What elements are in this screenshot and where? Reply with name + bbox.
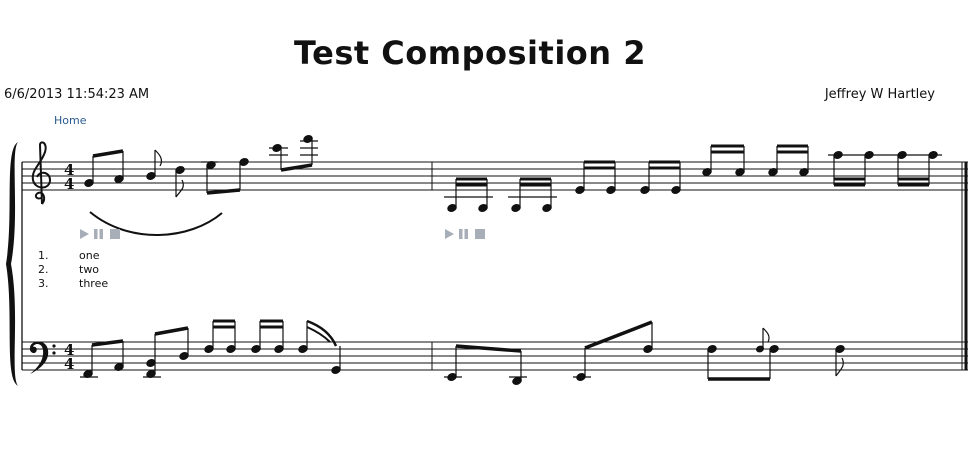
slur [89, 211, 223, 236]
lyric-number: 2. [38, 263, 49, 276]
bass-clef-icon [29, 341, 56, 374]
lyric-text: three [79, 277, 109, 290]
stop-icon[interactable] [475, 229, 485, 239]
play-icon[interactable] [80, 229, 89, 239]
treble-measure-1 [84, 135, 318, 198]
bass-staff [22, 341, 968, 371]
lyric-number: 1. [38, 249, 49, 262]
music-score: 4 4 4 4 [6, 135, 968, 386]
bass-measure-2 [444, 320, 845, 385]
lyric-text: two [79, 263, 100, 276]
lyric-row: 2. two [38, 263, 108, 277]
treble-time-sig-bottom: 4 [64, 175, 74, 193]
stop-icon[interactable] [110, 229, 120, 239]
treble-staff [22, 161, 968, 191]
pause-icon[interactable] [459, 229, 468, 239]
lyric-number: 3. [38, 277, 49, 290]
treble-measure-2 [444, 144, 942, 212]
pause-icon[interactable] [94, 229, 103, 239]
player-controls-measure-1 [80, 229, 120, 239]
bass-time-sig-bottom: 4 [64, 355, 74, 373]
lyric-row: 3. three [38, 277, 108, 291]
lyric-text: one [79, 249, 100, 262]
grand-staff-brace [6, 142, 18, 386]
treble-clef-icon [31, 141, 52, 205]
player-controls-measure-2 [445, 229, 485, 239]
lyric-row: 1. one [38, 249, 108, 263]
lyric-list: 1. one 2. two 3. three [38, 249, 108, 291]
play-icon[interactable] [445, 229, 454, 239]
